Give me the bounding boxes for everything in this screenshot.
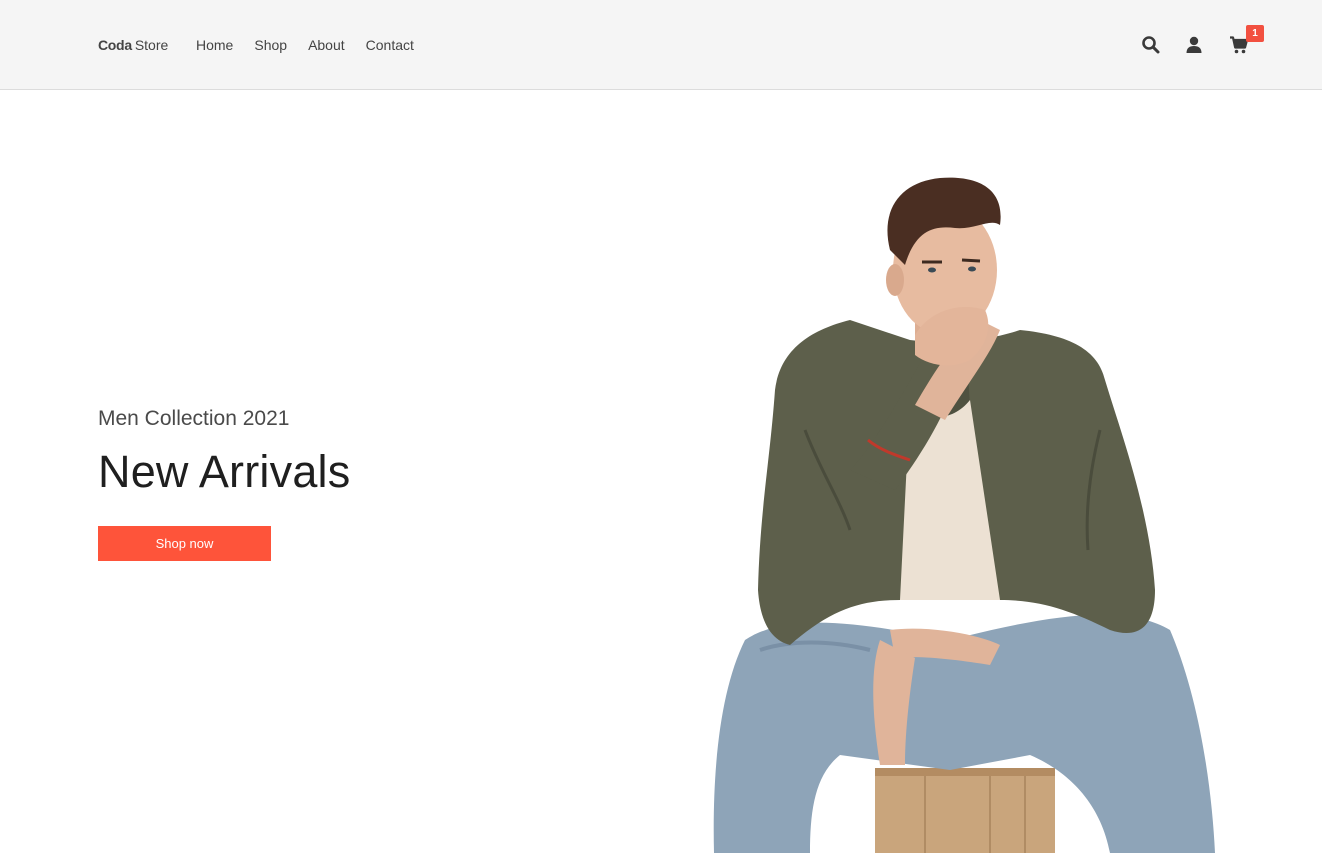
nav-link-contact[interactable]: Contact: [366, 37, 414, 53]
user-icon[interactable]: [1184, 35, 1204, 55]
hero-model-image: [700, 170, 1230, 853]
nav-link-shop[interactable]: Shop: [254, 37, 287, 53]
shop-now-button[interactable]: Shop now: [98, 526, 271, 561]
main-nav: Home Shop About Contact: [196, 37, 435, 53]
cart-count-badge: 1: [1246, 25, 1264, 42]
hero-subtitle: Men Collection 2021: [98, 407, 290, 430]
nav-link-home[interactable]: Home: [196, 37, 233, 53]
brand-name-bold: Coda: [98, 37, 132, 53]
brand-logo[interactable]: Coda Store: [98, 37, 168, 53]
brand-name-light: Store: [134, 37, 169, 53]
nav-link-about[interactable]: About: [308, 37, 345, 53]
navbar: Coda Store Home Shop About Contact 1: [0, 0, 1322, 90]
search-icon[interactable]: [1141, 35, 1161, 55]
hero-title: New Arrivals: [98, 446, 351, 497]
